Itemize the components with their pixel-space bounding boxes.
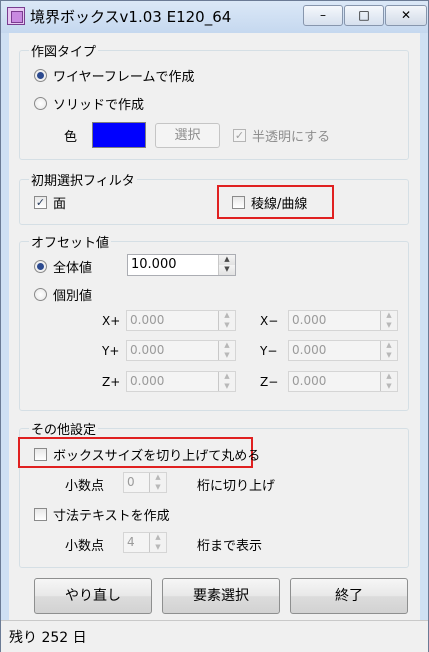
window-title: 境界ボックスv1.03 E120_64 [30,8,232,26]
y-plus-stepper[interactable]: 0.000 ▲ ▼ [126,340,236,361]
spin-down-icon[interactable]: ▼ [219,320,235,330]
x-minus-label: X− [260,314,279,328]
spin-up-icon[interactable]: ▲ [381,341,397,351]
all-value-label: 全体値 [53,261,93,276]
redo-button[interactable]: やり直し [34,578,152,614]
roundup-label: ボックスサイズを切り上げて丸める [53,449,261,464]
spin-up-icon[interactable]: ▲ [150,473,166,483]
z-minus-label: Z− [260,375,279,389]
decimal-label-2: 小数点 [65,539,105,554]
y-minus-input[interactable]: 0.000 [289,341,380,360]
element-select-button[interactable]: 要素選択 [162,578,280,614]
roundup-suffix: 桁に切り上げ [197,479,276,494]
edge-checkbox[interactable] [232,196,245,209]
solid-radio[interactable] [34,97,47,110]
spin-down-icon[interactable]: ▼ [219,265,235,275]
display-suffix: 桁まで表示 [197,539,263,554]
main-window: 境界ボックスv1.03 E120_64 – □ ✕ 作図タイプ ワイヤーフレーム… [0,0,429,652]
all-value-input[interactable]: 10.000 [128,255,218,275]
app-cube-icon [7,7,25,25]
face-option[interactable]: ✓ 面 [34,193,66,212]
x-plus-label: X+ [102,314,121,328]
roundup-decimal-stepper[interactable]: 0 ▲ ▼ [123,472,167,493]
spin-up-icon[interactable]: ▲ [150,533,166,543]
spin-down-icon[interactable]: ▼ [219,381,235,391]
edge-option[interactable]: 稜線/曲線 [232,193,307,212]
x-minus-stepper[interactable]: 0.000 ▲ ▼ [288,310,398,331]
offset-legend: オフセット値 [29,232,112,251]
spin-up-icon[interactable]: ▲ [219,255,235,265]
z-plus-stepper[interactable]: 0.000 ▲ ▼ [126,371,236,392]
x-plus-stepper[interactable]: 0.000 ▲ ▼ [126,310,236,331]
x-plus-input[interactable]: 0.000 [127,311,218,330]
translucent-option[interactable]: ✓ 半透明にする [233,126,330,145]
y-plus-input[interactable]: 0.000 [127,341,218,360]
color-label: 色 [64,130,78,145]
translucent-label: 半透明にする [252,130,331,145]
close-icon: ✕ [400,8,412,22]
y-minus-stepper[interactable]: 0.000 ▲ ▼ [288,340,398,361]
title-bar[interactable]: 境界ボックスv1.03 E120_64 – □ ✕ [1,1,428,33]
spin-up-icon[interactable]: ▲ [381,372,397,382]
remaining-days-text: 残り 252 日 [9,630,87,646]
individual-value-radio[interactable] [34,288,47,301]
z-plus-label: Z+ [102,375,121,389]
spin-down-icon[interactable]: ▼ [381,350,397,360]
status-bar: 残り 252 日 [1,620,428,652]
z-minus-stepper[interactable]: 0.000 ▲ ▼ [288,371,398,392]
all-value-option[interactable]: 全体値 [34,257,92,276]
roundup-decimal-input[interactable]: 0 [124,473,149,492]
display-decimal-stepper[interactable]: 4 ▲ ▼ [123,532,167,553]
wireframe-label: ワイヤーフレームで作成 [53,70,195,85]
dimtext-checkbox[interactable] [34,508,47,521]
color-swatch[interactable] [92,122,146,148]
z-plus-input[interactable]: 0.000 [127,372,218,391]
z-minus-input[interactable]: 0.000 [289,372,380,391]
spin-up-icon[interactable]: ▲ [219,341,235,351]
y-minus-label: Y− [260,344,278,358]
other-settings-legend: その他設定 [29,419,99,438]
select-color-button[interactable]: 選択 [155,123,220,148]
decimal-label-1: 小数点 [65,479,105,494]
display-decimal-input[interactable]: 4 [124,533,149,552]
spin-up-icon[interactable]: ▲ [381,311,397,321]
individual-value-option[interactable]: 個別値 [34,285,92,304]
spin-up-icon[interactable]: ▲ [219,311,235,321]
minimize-icon: – [320,8,326,22]
y-plus-label: Y+ [102,344,120,358]
minimize-button[interactable]: – [303,5,343,26]
roundup-option[interactable]: ボックスサイズを切り上げて丸める [34,445,260,464]
spin-down-icon[interactable]: ▼ [150,482,166,492]
wireframe-option[interactable]: ワイヤーフレームで作成 [34,66,194,85]
roundup-checkbox[interactable] [34,448,47,461]
maximize-icon: □ [358,8,370,22]
all-value-radio[interactable] [34,260,47,273]
spin-down-icon[interactable]: ▼ [381,381,397,391]
spin-down-icon[interactable]: ▼ [150,542,166,552]
edge-label: 稜線/曲線 [251,197,308,212]
close-button[interactable]: ✕ [385,5,427,26]
wireframe-radio[interactable] [34,69,47,82]
all-value-stepper[interactable]: 10.000 ▲ ▼ [127,254,236,276]
finish-button[interactable]: 終了 [290,578,408,614]
x-minus-input[interactable]: 0.000 [289,311,380,330]
filter-legend: 初期選択フィルタ [29,170,137,189]
spin-up-icon[interactable]: ▲ [219,372,235,382]
dimtext-label: 寸法テキストを作成 [53,509,170,524]
face-label: 面 [53,197,67,212]
maximize-button[interactable]: □ [344,5,384,26]
translucent-checkbox[interactable]: ✓ [233,129,246,142]
solid-label: ソリッドで作成 [53,98,145,113]
dimtext-option[interactable]: 寸法テキストを作成 [34,505,170,524]
draw-type-legend: 作図タイプ [29,41,99,60]
spin-down-icon[interactable]: ▼ [381,320,397,330]
spin-down-icon[interactable]: ▼ [219,350,235,360]
individual-value-label: 個別値 [53,289,93,304]
solid-option[interactable]: ソリッドで作成 [34,94,144,113]
face-checkbox[interactable]: ✓ [34,196,47,209]
